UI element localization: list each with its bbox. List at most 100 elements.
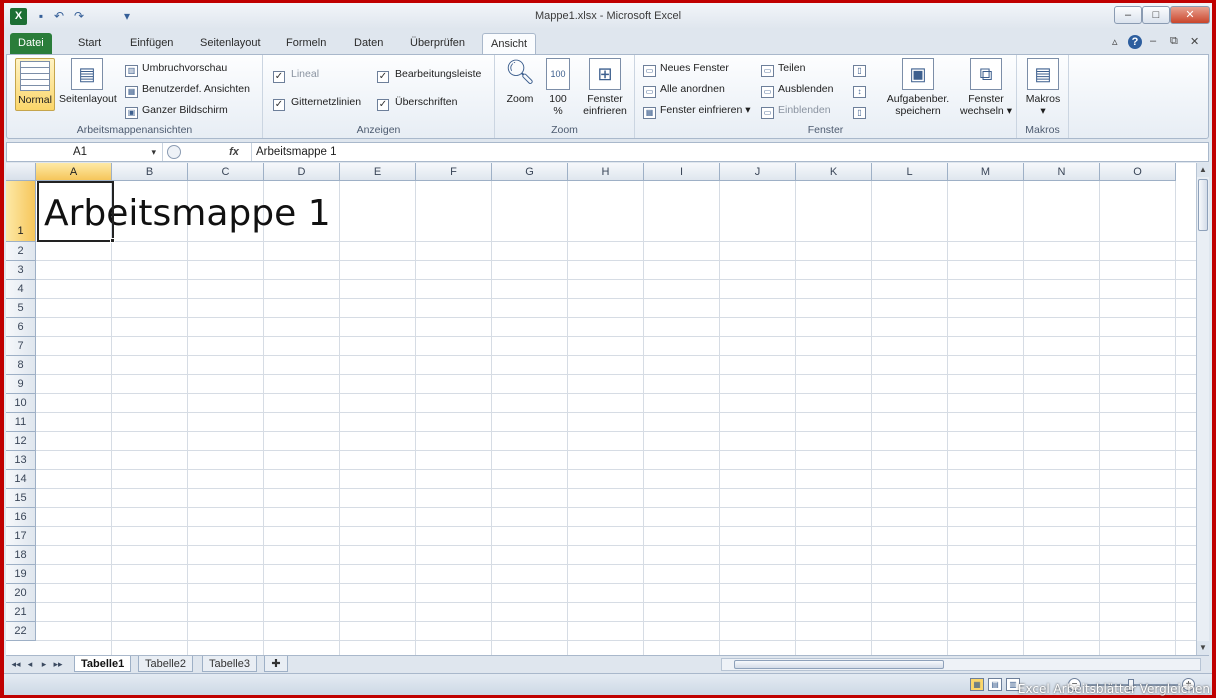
switch-windows-button[interactable]: ⧉ Fenster wechseln ▾ xyxy=(957,58,1015,117)
row-header-6[interactable]: 6 xyxy=(6,318,36,337)
column-header-a[interactable]: A xyxy=(36,163,112,181)
column-header-g[interactable]: G xyxy=(492,163,568,181)
tab-file[interactable]: Datei xyxy=(10,33,52,54)
synchronous-scrolling-button[interactable]: ↕ xyxy=(853,80,866,98)
row-header-10[interactable]: 10 xyxy=(6,394,36,413)
row-header-15[interactable]: 15 xyxy=(6,489,36,508)
row-header-16[interactable]: 16 xyxy=(6,508,36,527)
last-sheet-icon[interactable]: ▸▸ xyxy=(52,657,64,671)
minimize-button[interactable]: – xyxy=(1114,6,1142,24)
column-header-b[interactable]: B xyxy=(112,163,188,181)
column-header-h[interactable]: H xyxy=(568,163,644,181)
formula-input[interactable]: Arbeitsmappe 1 xyxy=(251,143,1208,161)
row-header-19[interactable]: 19 xyxy=(6,565,36,584)
horizontal-scroll-thumb[interactable] xyxy=(734,660,944,669)
sheet-tab-tabelle3[interactable]: Tabelle3 xyxy=(202,656,257,672)
column-header-l[interactable]: L xyxy=(872,163,948,181)
normal-view-button[interactable]: Normal xyxy=(15,58,55,111)
row-header-4[interactable]: 4 xyxy=(6,280,36,299)
active-cell-a1[interactable] xyxy=(37,181,114,242)
column-header-j[interactable]: J xyxy=(720,163,796,181)
row-header-2[interactable]: 2 xyxy=(6,242,36,261)
tab-view[interactable]: Ansicht xyxy=(482,33,537,54)
full-screen-button[interactable]: ▣ Ganzer Bildschirm xyxy=(125,101,228,119)
page-layout-button[interactable]: ▤ Seitenlayout xyxy=(59,58,117,105)
headings-checkbox[interactable]: ✓ Überschriften xyxy=(377,93,457,111)
formula-bar-checkbox[interactable]: ✓ Bearbeitungsleiste xyxy=(377,65,481,83)
row-header-12[interactable]: 12 xyxy=(6,432,36,451)
insert-sheet-icon[interactable]: ✚ xyxy=(264,656,288,672)
row-header-14[interactable]: 14 xyxy=(6,470,36,489)
page-layout-status-icon[interactable]: ▤ xyxy=(988,678,1002,691)
column-header-d[interactable]: D xyxy=(264,163,340,181)
zoom-to-selection-button[interactable]: ⊞ Fenster einfrieren xyxy=(579,58,631,117)
custom-views-button[interactable]: ▦ Benutzerdef. Ansichten xyxy=(125,80,250,98)
formula-bar-toggle-icon[interactable] xyxy=(167,145,181,159)
workbook-minimize-icon[interactable]: – xyxy=(1150,35,1156,47)
zoom-100-button[interactable]: 100 100 % xyxy=(543,58,573,117)
row-header-1[interactable]: 1 xyxy=(6,181,36,242)
row-header-5[interactable]: 5 xyxy=(6,299,36,318)
help-icon[interactable]: ? xyxy=(1128,35,1142,49)
page-break-preview-button[interactable]: ▥ Umbruchvorschau xyxy=(125,59,227,77)
save-workspace-button[interactable]: ▣ Aufgabenber. speichern xyxy=(883,58,953,117)
unhide-button[interactable]: ▭ Einblenden xyxy=(761,101,831,119)
fill-handle[interactable] xyxy=(110,238,115,243)
scroll-up-icon[interactable]: ▲ xyxy=(1197,163,1209,177)
tab-formulas[interactable]: Formeln xyxy=(278,33,334,54)
arrange-all-button[interactable]: ▭ Alle anordnen xyxy=(643,80,725,98)
row-header-13[interactable]: 13 xyxy=(6,451,36,470)
column-header-f[interactable]: F xyxy=(416,163,492,181)
row-header-9[interactable]: 9 xyxy=(6,375,36,394)
first-sheet-icon[interactable]: ◂◂ xyxy=(10,657,22,671)
view-side-by-side-button[interactable]: ▯ xyxy=(853,59,866,77)
column-header-i[interactable]: I xyxy=(644,163,720,181)
gridlines-checkbox[interactable]: ✓ Gitternetzlinien xyxy=(273,93,361,111)
scroll-down-icon[interactable]: ▼ xyxy=(1197,641,1209,655)
macros-button[interactable]: ▤ Makros ▾ xyxy=(1023,58,1063,117)
reset-window-position-button[interactable]: ▯ xyxy=(853,101,866,119)
tab-home[interactable]: Start xyxy=(70,33,109,54)
maximize-button[interactable]: □ xyxy=(1142,6,1170,24)
column-header-c[interactable]: C xyxy=(188,163,264,181)
tab-review[interactable]: Überprüfen xyxy=(402,33,473,54)
column-header-n[interactable]: N xyxy=(1024,163,1100,181)
column-header-o[interactable]: O xyxy=(1100,163,1176,181)
row-header-11[interactable]: 11 xyxy=(6,413,36,432)
normal-view-status-icon[interactable]: ▦ xyxy=(970,678,984,691)
tab-page-layout[interactable]: Seitenlayout xyxy=(192,33,269,54)
workbook-restore-icon[interactable]: ⧉ xyxy=(1170,35,1178,48)
ruler-checkbox[interactable]: ✓ Lineal xyxy=(273,65,319,83)
workbook-close-icon[interactable]: ✕ xyxy=(1190,35,1199,48)
row-header-21[interactable]: 21 xyxy=(6,603,36,622)
row-header-8[interactable]: 8 xyxy=(6,356,36,375)
column-header-m[interactable]: M xyxy=(948,163,1024,181)
sheet-tab-tabelle2[interactable]: Tabelle2 xyxy=(138,656,193,672)
sheet-tab-tabelle1[interactable]: Tabelle1 xyxy=(74,656,132,672)
horizontal-scrollbar[interactable] xyxy=(721,658,1201,671)
row-header-20[interactable]: 20 xyxy=(6,584,36,603)
name-box-dropdown-icon[interactable]: ▾ xyxy=(151,143,156,161)
column-header-e[interactable]: E xyxy=(340,163,416,181)
insert-function-icon[interactable]: fx xyxy=(222,143,246,161)
row-header-17[interactable]: 17 xyxy=(6,527,36,546)
column-header-k[interactable]: K xyxy=(796,163,872,181)
row-header-22[interactable]: 22 xyxy=(6,622,36,641)
row-header-7[interactable]: 7 xyxy=(6,337,36,356)
select-all-corner[interactable] xyxy=(6,163,36,181)
new-window-button[interactable]: ▭ Neues Fenster xyxy=(643,59,729,77)
vertical-scroll-thumb[interactable] xyxy=(1198,179,1208,231)
hide-button[interactable]: ▭ Ausblenden xyxy=(761,80,833,98)
tab-insert[interactable]: Einfügen xyxy=(122,33,181,54)
collapse-ribbon-icon[interactable]: ▵ xyxy=(1112,35,1118,48)
close-button[interactable]: ✕ xyxy=(1170,6,1210,24)
row-header-18[interactable]: 18 xyxy=(6,546,36,565)
split-button[interactable]: ▭ Teilen xyxy=(761,59,805,77)
name-box[interactable]: A1 ▾ xyxy=(13,143,163,161)
worksheet-grid[interactable]: ABCDEFGHIJKLMNO 1 2 3 4 5 6 7 8 9 10 11 12 13 14 15 16 1… xyxy=(6,163,1196,655)
prev-sheet-icon[interactable]: ◂ xyxy=(24,657,36,671)
next-sheet-icon[interactable]: ▸ xyxy=(38,657,50,671)
zoom-button[interactable]: 🔍︎ Zoom xyxy=(503,58,537,105)
vertical-scrollbar[interactable]: ▲ ▼ xyxy=(1196,163,1209,655)
tab-data[interactable]: Daten xyxy=(346,33,391,54)
